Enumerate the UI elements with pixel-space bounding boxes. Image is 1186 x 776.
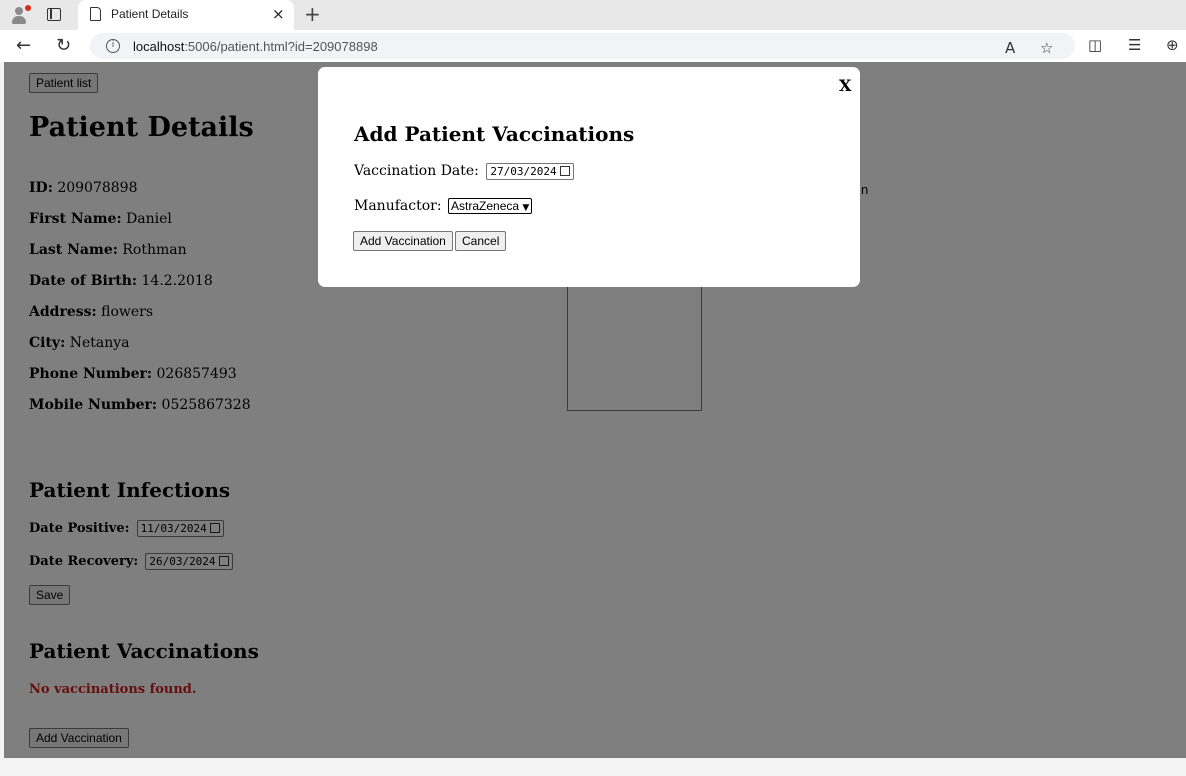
- address-bar-row: ← ↻ i localhost:5006/patient.html?id=209…: [0, 30, 1186, 62]
- read-aloud-icon[interactable]: A: [1005, 39, 1015, 57]
- vaccination-date-input[interactable]: 27/03/2024: [486, 163, 574, 180]
- favorites-icon[interactable]: ☰: [1128, 36, 1141, 54]
- vaccination-date-label: Vaccination Date:: [354, 163, 479, 179]
- favorite-star-icon[interactable]: ☆: [1040, 39, 1053, 57]
- url-path: :5006/patient.html?id=209078898: [184, 39, 378, 54]
- tab-actions-icon[interactable]: [47, 8, 61, 21]
- back-icon[interactable]: ←: [16, 35, 31, 56]
- browser-bottom-edge: [0, 758, 1186, 776]
- manufacturer-row: Manufactor: AstraZeneca ▼: [354, 198, 533, 214]
- vaccination-date-row: Vaccination Date: 27/03/2024: [354, 163, 574, 180]
- browser-tab[interactable]: Patient Details ×: [78, 0, 294, 30]
- tab-close-icon[interactable]: ×: [272, 5, 285, 23]
- profile-icon[interactable]: [10, 5, 31, 24]
- split-screen-icon[interactable]: ◫: [1088, 36, 1102, 54]
- browser-tab-strip: Patient Details × +: [0, 0, 1186, 30]
- modal-cancel-button[interactable]: Cancel: [455, 231, 507, 251]
- url-host: localhost: [133, 39, 185, 54]
- modal-close-button[interactable]: X: [839, 76, 851, 95]
- manufacturer-label: Manufactor:: [354, 198, 442, 214]
- tab-title: Patient Details: [111, 7, 189, 21]
- modal-title: Add Patient Vaccinations: [354, 122, 635, 146]
- reload-icon[interactable]: ↻: [56, 35, 71, 56]
- calendar-icon[interactable]: [559, 166, 570, 176]
- page-icon: [90, 7, 101, 21]
- manufacturer-select[interactable]: AstraZeneca ▼: [448, 198, 533, 214]
- url-field[interactable]: i localhost:5006/patient.html?id=2090788…: [90, 33, 1075, 59]
- site-info-icon[interactable]: i: [106, 39, 120, 53]
- add-vaccination-modal: X Add Patient Vaccinations Vaccination D…: [318, 67, 860, 287]
- url-text: localhost:5006/patient.html?id=209078898: [133, 39, 378, 54]
- modal-add-vaccination-button[interactable]: Add Vaccination: [353, 231, 453, 251]
- page-viewport: Patient list Patient Details ID: 2090788…: [4, 62, 1186, 758]
- collections-icon[interactable]: ⊕: [1166, 36, 1179, 54]
- chevron-down-icon: ▼: [522, 203, 530, 213]
- new-tab-icon[interactable]: +: [304, 2, 321, 26]
